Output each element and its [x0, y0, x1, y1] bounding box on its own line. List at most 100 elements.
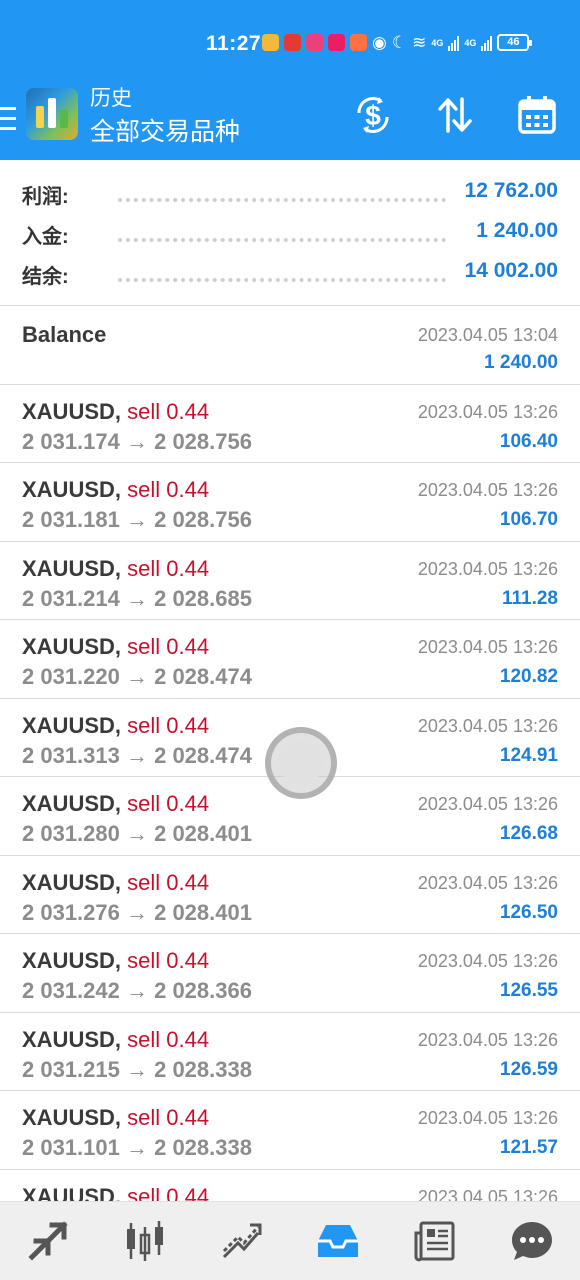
nav-quotes[interactable] — [0, 1202, 97, 1280]
trade-symbol: XAUUSD, — [22, 555, 122, 581]
profit-row: 利润: 12 762.00 — [0, 176, 580, 212]
trade-prices: 2 031.101 → 2 028.338 — [22, 1135, 252, 1160]
balance-value: 14 002.00 — [456, 259, 558, 283]
trade-title: XAUUSD, sell 0.44 — [22, 1027, 209, 1053]
trade-profit: 126.50 — [499, 901, 558, 923]
moon-icon: ☾ — [391, 33, 408, 52]
trade-prices: 2 031.214 → 2 028.685 — [22, 585, 252, 611]
trade-row[interactable]: XAUUSD, sell 0.44 2 031.220 → 2 028.474 … — [0, 620, 580, 699]
trade-symbol: XAUUSD, — [22, 398, 122, 424]
wifi-icon: ≋ — [412, 33, 427, 52]
trade-title: XAUUSD, sell 0.44 — [22, 1105, 209, 1131]
trade-symbol: XAUUSD, — [22, 634, 122, 659]
trade-profit: 106.70 — [499, 509, 558, 530]
trade-prices: 2 031.242 → 2 028.366 — [22, 978, 252, 1003]
profit-value: 12 762.00 — [456, 179, 558, 203]
summary-panel: 利润: 12 762.00 入金: 1 240.00 结余: 14 002.00 — [0, 160, 580, 306]
trade-title: XAUUSD, sell 0.44 — [22, 477, 209, 503]
trade-title: XAUUSD, sell 0.44 — [22, 791, 209, 817]
trade-row[interactable]: XAUUSD, sell 0.44 2 031.101 → 2 028.338 … — [0, 1091, 580, 1170]
deposit-row: 入金: 1 240.00 — [0, 216, 580, 252]
trade-title: XAUUSD, sell 0.44 — [22, 556, 209, 582]
video-app-icon — [328, 34, 345, 51]
pink-app-icon — [306, 34, 323, 51]
trade-symbol: XAUUSD, — [22, 1105, 122, 1130]
trade-title: XAUUSD, sell 0.44 — [22, 870, 209, 896]
nav-history[interactable] — [290, 1202, 387, 1280]
trade-date: 2023.04.05 13:26 — [417, 872, 558, 893]
dotted-leader — [118, 238, 446, 242]
toolbar: 历史 全部交易品种 $ — [0, 82, 580, 160]
trade-row[interactable]: XAUUSD, sell 0.44 2 031.174 → 2 028.756 … — [0, 384, 580, 463]
trade-prices: 2 031.313 → 2 028.474 — [22, 742, 252, 768]
nav-messages[interactable] — [483, 1202, 580, 1280]
balance-entry[interactable]: Balance 2023.04.05 13:04 1 240.00 — [0, 306, 580, 385]
red-app-icon — [284, 34, 301, 51]
trade-title: XAUUSD, sell 0.44 — [22, 713, 209, 739]
currency-convert-icon[interactable]: $ — [352, 94, 394, 136]
nav-trade[interactable] — [193, 1202, 290, 1280]
trade-type: sell 0.44 — [127, 634, 210, 659]
status-bar: 11:27 ◉ ☾ ≋ 4G 4G 46 — [0, 0, 580, 82]
page-title: 历史 — [90, 87, 132, 110]
trade-row[interactable]: XAUUSD, sell 0.44 2 031.214 → 2 028.685 … — [0, 541, 580, 620]
trade-title: XAUUSD, sell 0.44 — [22, 634, 209, 660]
deposit-value: 1 240.00 — [468, 219, 558, 243]
trade-row[interactable]: XAUUSD, sell 0.44 2 031.181 → 2 028.756 … — [0, 463, 580, 542]
status-time: 11:27 — [206, 32, 262, 55]
balance-entry-title: Balance — [22, 322, 107, 347]
eye-icon: ◉ — [372, 33, 387, 52]
trade-type: sell 0.44 — [127, 712, 210, 738]
signal-icon-2 — [481, 35, 493, 51]
app-logo — [26, 88, 78, 140]
balance-label: 结余: — [22, 266, 69, 288]
trade-profit: 124.91 — [499, 744, 558, 766]
trade-type: sell 0.44 — [127, 1105, 210, 1130]
trade-date: 2023.04.05 13:26 — [417, 480, 558, 500]
network-label-1: 4G — [431, 37, 444, 48]
nav-news[interactable] — [387, 1202, 484, 1280]
trade-symbol: XAUUSD, — [22, 1026, 122, 1052]
trade-prices: 2 031.181 → 2 028.756 — [22, 507, 252, 532]
trade-row[interactable]: XAUUSD, sell 0.44 2 031.215 → 2 028.338 … — [0, 1012, 580, 1091]
trade-profit: 120.82 — [499, 666, 558, 687]
status-icons: ◉ ☾ ≋ 4G 4G 46 — [262, 33, 533, 52]
trade-date: 2023.04.05 13:26 — [417, 715, 558, 736]
balance-entry-date: 2023.04.05 13:04 — [417, 325, 558, 345]
deposit-label: 入金: — [22, 226, 69, 248]
battery-icon: 46 — [497, 34, 533, 51]
dotted-leader — [118, 198, 446, 202]
trade-row[interactable]: XAUUSD, sell 0.44 2 031.276 → 2 028.401 … — [0, 855, 580, 934]
trade-symbol: XAUUSD, — [22, 791, 122, 816]
trade-date: 2023.04.05 13:26 — [417, 1108, 558, 1128]
nav-chart[interactable] — [97, 1202, 194, 1280]
trade-row[interactable]: XAUUSD, sell 0.44 2 031.242 → 2 028.366 … — [0, 934, 580, 1013]
trade-date: 2023.04.05 13:26 — [417, 1029, 558, 1050]
trade-prices: 2 031.174 → 2 028.756 — [22, 428, 252, 454]
trade-type: sell 0.44 — [127, 869, 210, 895]
trade-profit: 111.28 — [501, 587, 558, 609]
bottom-nav — [0, 1201, 580, 1280]
trade-type: sell 0.44 — [127, 555, 210, 581]
dotted-leader — [118, 278, 446, 282]
trade-date: 2023.04.05 13:26 — [417, 637, 558, 657]
trade-profit: 126.59 — [499, 1058, 558, 1080]
trade-type: sell 0.44 — [127, 398, 210, 424]
trade-profit: 126.68 — [499, 823, 558, 844]
symbol-filter[interactable]: 全部交易品种 — [90, 112, 240, 148]
trade-date: 2023.04.05 13:26 — [417, 951, 558, 971]
sort-icon[interactable] — [434, 94, 476, 136]
trade-profit: 121.57 — [499, 1137, 558, 1158]
trade-symbol: XAUUSD, — [22, 869, 122, 895]
chart-icon — [127, 1221, 163, 1261]
menu-icon[interactable] — [0, 104, 18, 134]
quotes-icon — [28, 1221, 68, 1261]
messages-icon — [511, 1222, 552, 1260]
floating-touch-button[interactable] — [265, 727, 337, 799]
profit-label: 利润: — [22, 186, 69, 208]
calendar-icon[interactable] — [516, 94, 558, 136]
trade-symbol: XAUUSD, — [22, 948, 122, 973]
trade-date: 2023.04.05 13:26 — [417, 794, 558, 814]
trade-prices: 2 031.215 → 2 028.338 — [22, 1056, 252, 1082]
network-label-2: 4G — [464, 37, 477, 48]
